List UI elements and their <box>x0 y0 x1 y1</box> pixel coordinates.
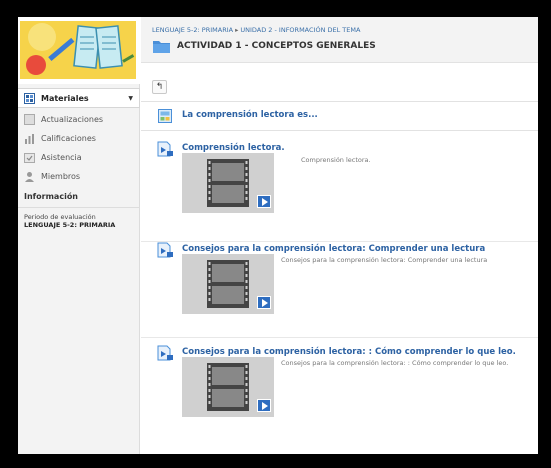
play-icon[interactable] <box>257 399 271 412</box>
course-logo <box>18 17 140 84</box>
back-button[interactable]: ↰ <box>152 80 167 94</box>
updates-icon <box>24 114 35 125</box>
evaluation-period: Periodo de evaluación LENGUAJE 5-2: PRIM… <box>24 213 115 229</box>
evaluation-period-label: Periodo de evaluación <box>24 213 96 221</box>
divider <box>141 130 538 131</box>
play-icon[interactable] <box>257 195 271 208</box>
divider <box>18 207 140 208</box>
sidebar-item-calificaciones[interactable]: Calificaciones <box>18 129 140 148</box>
sidebar-item-label: Miembros <box>41 172 81 181</box>
evaluation-period-value: LENGUAJE 5-2: PRIMARIA <box>24 221 116 229</box>
list-item: Comprensión lectora. Comprensión lectora… <box>141 141 538 223</box>
members-icon <box>24 171 35 182</box>
material-description: Consejos para la comprensión lectora: Co… <box>281 256 488 264</box>
material-link-1[interactable]: La comprensión lectora es... <box>182 110 318 120</box>
attendance-icon <box>24 152 35 163</box>
sidebar-item-label: Calificaciones <box>41 134 96 143</box>
sidebar-item-label: Materiales <box>41 93 89 103</box>
list-item: Consejos para la comprensión lectora: : … <box>141 345 538 427</box>
sidebar-item-asistencia[interactable]: Asistencia <box>18 148 140 167</box>
app-window: Materiales ▼ Actualizaciones Calificacio… <box>18 17 538 454</box>
sidebar-item-label: Asistencia <box>41 153 82 162</box>
video-icon <box>157 345 174 361</box>
folder-icon <box>153 38 170 53</box>
video-thumbnail[interactable] <box>182 254 274 314</box>
grades-icon <box>24 133 35 144</box>
material-link-4[interactable]: Consejos para la comprensión lectora: : … <box>182 347 516 357</box>
divider <box>141 101 538 102</box>
page-header: LENGUAJE 5-2: PRIMARIA ▸ UNIDAD 2 - INFORM… <box>141 17 538 63</box>
breadcrumb-course[interactable]: LENGUAJE 5-2: PRIMARIA <box>152 26 233 34</box>
sidebar: Materiales ▼ Actualizaciones Calificacio… <box>18 17 140 454</box>
sidebar-item-label: Actualizaciones <box>41 115 104 124</box>
sidebar-item-materiales[interactable]: Materiales ▼ <box>18 88 140 108</box>
play-icon[interactable] <box>257 296 271 309</box>
info-heading: Información <box>24 192 79 201</box>
chevron-down-icon[interactable]: ▼ <box>128 95 133 102</box>
video-thumbnail[interactable] <box>182 357 274 417</box>
page-icon <box>158 108 172 123</box>
materials-icon <box>24 92 35 104</box>
material-description: Comprensión lectora. <box>301 156 371 164</box>
breadcrumb-unit[interactable]: UNIDAD 2 - INFORMACIÓN DEL TEMA <box>240 26 360 34</box>
material-description: Consejos para la comprensión lectora: : … <box>281 359 509 367</box>
material-link-3[interactable]: Consejos para la comprensión lectora: Co… <box>182 244 485 254</box>
video-icon <box>157 242 174 258</box>
sidebar-item-miembros[interactable]: Miembros <box>18 167 140 186</box>
page-title: ACTIVIDAD 1 - CONCEPTOS GENERALES <box>177 41 376 51</box>
breadcrumb: LENGUAJE 5-2: PRIMARIA ▸ UNIDAD 2 - INFORM… <box>152 26 360 34</box>
sidebar-item-actualizaciones[interactable]: Actualizaciones <box>18 110 140 129</box>
video-icon <box>157 141 174 157</box>
sidebar-menu: Materiales ▼ Actualizaciones Calificacio… <box>18 88 140 186</box>
video-thumbnail[interactable] <box>182 153 274 213</box>
material-link-2[interactable]: Comprensión lectora. <box>182 143 285 153</box>
divider <box>141 337 538 338</box>
list-item: Consejos para la comprensión lectora: Co… <box>141 242 538 324</box>
